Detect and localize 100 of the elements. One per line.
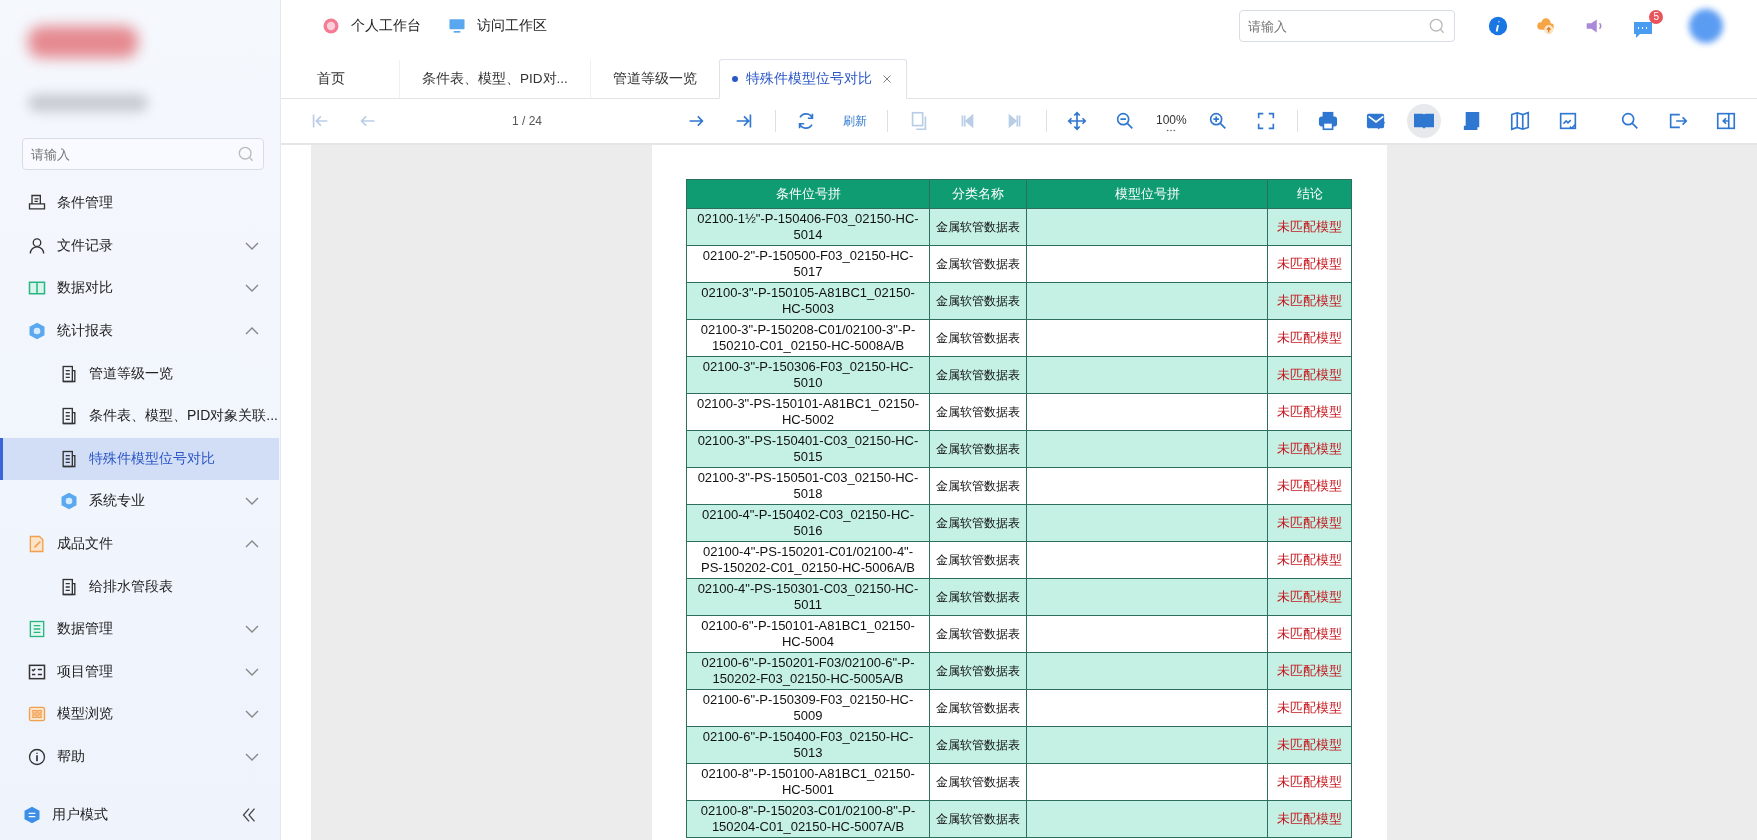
- table-cell: 02100-8"-P-150100-A81BC1_02150-HC-5001: [686, 763, 930, 801]
- menu-item[interactable]: 模型浏览: [0, 693, 279, 736]
- table-cell: 未匹配模型: [1267, 504, 1352, 542]
- menu-item[interactable]: 系统专业: [0, 480, 279, 523]
- table-cell: 02100-6"-P-150309-F03_02150-HC-5009: [686, 689, 930, 727]
- menu-item[interactable]: 统计报表: [0, 309, 279, 353]
- table-cell: 金属软管数据表: [929, 430, 1027, 468]
- menu-item[interactable]: 项目管理: [0, 650, 279, 694]
- avatar[interactable]: [1689, 9, 1723, 43]
- chevron-down-icon: [245, 710, 259, 719]
- menu-item[interactable]: 帮助: [0, 735, 279, 779]
- menu-item[interactable]: 管道等级一览: [0, 352, 279, 395]
- column-header: 条件位号拼: [686, 179, 930, 209]
- table-cell: 金属软管数据表: [929, 726, 1027, 764]
- column-header: 分类名称: [929, 179, 1027, 209]
- table-cell: 金属软管数据表: [929, 319, 1027, 357]
- menu-item[interactable]: 成品文件: [0, 522, 279, 566]
- table-cell: 金属软管数据表: [929, 504, 1027, 542]
- table-cell: 金属软管数据表: [929, 615, 1027, 653]
- menu-item[interactable]: 条件表、模型、PID对象关联...: [0, 394, 279, 438]
- table-cell: 未匹配模型: [1267, 208, 1352, 246]
- table-cell: 02100-8"-P-150203-C01/02100-8"-P-150204-C01_02150-HC-5007A/B: [686, 800, 930, 838]
- chevron-down-icon: [245, 753, 259, 761]
- info-icon: [27, 747, 47, 767]
- table-cell: 未匹配模型: [1267, 541, 1352, 579]
- table-cell: 金属软管数据表: [929, 393, 1027, 431]
- tab[interactable]: 首页: [295, 60, 399, 98]
- chevron-down-icon: [245, 497, 259, 506]
- menu-item[interactable]: 条件管理: [0, 182, 279, 225]
- menu-item[interactable]: 数据对比: [0, 267, 279, 310]
- table-cell: 未匹配模型: [1267, 652, 1352, 690]
- workspace-link[interactable]: 访问工作区: [447, 16, 547, 36]
- open-book-icon[interactable]: [1406, 104, 1441, 138]
- person-icon: [27, 235, 47, 256]
- table-cell: 金属软管数据表: [929, 467, 1027, 505]
- menu-item[interactable]: 特殊件模型位号对比: [0, 437, 279, 481]
- notification-badge: 5: [1649, 10, 1663, 24]
- table-cell: 02100-6"-P-150101-A81BC1_02150-HC-5004: [686, 615, 930, 653]
- table-cell: 金属软管数据表: [929, 208, 1027, 246]
- workbench-icon: [321, 16, 341, 36]
- table-cell: 金属软管数据表: [929, 689, 1027, 727]
- table-cell: 02100-1½"-P-150406-F03_02150-HC-5014: [686, 208, 930, 246]
- table-cell: 02100-4"-PS-150201-C01/02100-4"-PS-150202-C01_02150-HC-5006A/B: [686, 541, 930, 579]
- menu-item[interactable]: 文件记录: [0, 224, 279, 268]
- table-cell: 未匹配模型: [1267, 689, 1352, 727]
- search-field[interactable]: 请输入: [22, 138, 264, 170]
- table-cell: 02100-2"-P-150500-F03_02150-HC-5017: [686, 245, 930, 283]
- hexagon-icon: [59, 491, 79, 512]
- table-cell: 02100-6"-P-150201-F03/02100-6"-P-150202-F03_02150-HC-5005A/B: [686, 652, 930, 690]
- hexagon-icon: [27, 321, 47, 342]
- file-edit-icon: [27, 534, 47, 555]
- chevron-down-icon: [245, 241, 259, 250]
- table-cell: 02100-3"-P-150306-F03_02150-HC-5010: [686, 356, 930, 394]
- refresh-button[interactable]: 刷新: [837, 108, 874, 134]
- search-field[interactable]: 请输入: [1239, 10, 1455, 42]
- workspace-link[interactable]: 个人工作台: [321, 16, 421, 36]
- tab[interactable]: 特殊件模型位号对比: [718, 59, 907, 99]
- swap-hexagon-icon: [22, 805, 42, 825]
- table-cell: 金属软管数据表: [929, 578, 1027, 616]
- search-icon: [1427, 16, 1447, 36]
- table-cell: 02100-3"-P-150208-C01/02100-3"-P-150210-C01_02150-HC-5008A/B: [686, 319, 930, 357]
- table-cell: 未匹配模型: [1267, 615, 1352, 653]
- column-header: 模型位号拼: [1026, 179, 1268, 209]
- table-cell: 金属软管数据表: [929, 356, 1027, 394]
- table-cell: 未匹配模型: [1267, 800, 1352, 838]
- user-mode-label: 用户模式: [52, 806, 109, 824]
- table-cell: 未匹配模型: [1267, 726, 1352, 764]
- menu-item[interactable]: 给排水管段表: [0, 565, 279, 608]
- table-cell: 未匹配模型: [1267, 393, 1352, 431]
- table-cell: 未匹配模型: [1267, 430, 1352, 468]
- table-cell: 未匹配模型: [1267, 467, 1352, 505]
- table-cell: 未匹配模型: [1267, 763, 1352, 801]
- chevron-down-icon: [245, 667, 259, 676]
- table-cell: 02100-4"-PS-150301-C03_02150-HC-5011: [686, 578, 930, 616]
- table-cell: 02100-4"-P-150402-C03_02150-HC-5016: [686, 504, 930, 542]
- chevron-down-icon: [245, 284, 259, 293]
- chevron-up-icon: [245, 327, 259, 336]
- table-cell: 02100-3"-PS-150101-A81BC1_02150-HC-5002: [686, 393, 930, 431]
- table-cell: 金属软管数据表: [929, 541, 1027, 579]
- chevron-up-icon: [245, 540, 259, 549]
- table-cell: 金属软管数据表: [929, 652, 1027, 690]
- table-cell: 未匹配模型: [1267, 319, 1352, 357]
- table-cell: 金属软管数据表: [929, 763, 1027, 801]
- tab[interactable]: 管道等级一览: [589, 60, 719, 98]
- table-cell: 金属软管数据表: [929, 800, 1027, 838]
- search-icon: [236, 144, 256, 164]
- table-cell: 金属软管数据表: [929, 282, 1027, 320]
- more-icon[interactable]: [1166, 128, 1177, 132]
- table-cell: 未匹配模型: [1267, 578, 1352, 616]
- chevron-down-icon: [245, 625, 259, 634]
- tab[interactable]: 条件表、模型、PID对...: [399, 60, 590, 98]
- table-cell: 金属软管数据表: [929, 245, 1027, 283]
- table-cell: 未匹配模型: [1267, 282, 1352, 320]
- list-icon: [27, 619, 47, 640]
- zoom-level[interactable]: 100%: [1155, 110, 1187, 129]
- info-icon[interactable]: [1487, 15, 1509, 37]
- table-cell: 02100-3"-PS-150501-C03_02150-HC-5018: [686, 467, 930, 505]
- table-cell: 未匹配模型: [1267, 245, 1352, 283]
- menu-item[interactable]: 数据管理: [0, 607, 279, 651]
- table-cell: 未匹配模型: [1267, 356, 1352, 394]
